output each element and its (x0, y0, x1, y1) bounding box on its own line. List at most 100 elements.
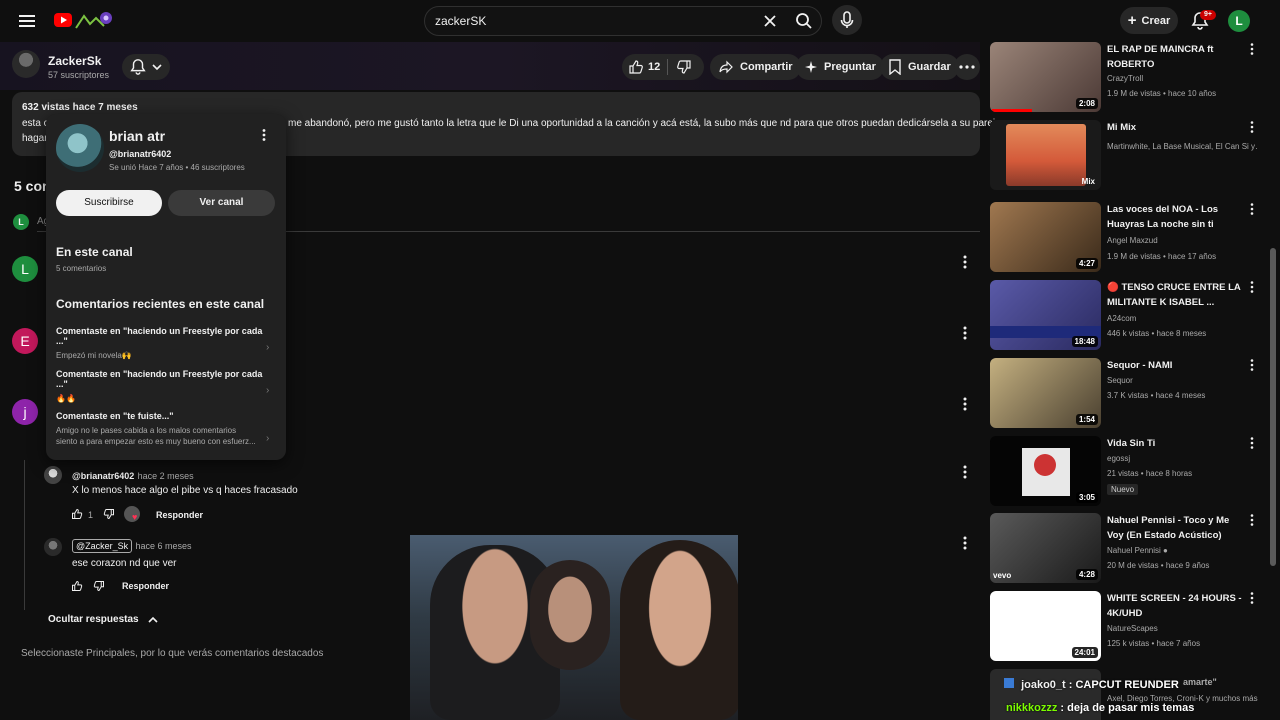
suggested-video[interactable]: 2:08 EL RAP DE MAINCRA ft ROBERTO CrazyT… (990, 42, 1260, 114)
comment-options-icon[interactable] (958, 325, 972, 341)
recent-comment-item[interactable]: Comentaste en "haciendo un Freestyle por… (56, 326, 276, 360)
video-thumbnail[interactable]: 1:54 (990, 358, 1101, 428)
ask-button[interactable]: Preguntar (796, 54, 884, 80)
subscribe-button[interactable]: Suscribirse (56, 190, 162, 216)
video-options-icon[interactable] (1248, 280, 1256, 294)
comment-avatar[interactable]: E (12, 328, 38, 354)
video-channel: Nahuel Pennisi ● (1107, 546, 1168, 555)
youtube-logo[interactable] (52, 10, 114, 32)
video-options-icon[interactable] (1248, 591, 1256, 605)
like-button[interactable]: 12 (622, 54, 666, 80)
chat-message: nikkkozzz : deja de pasar mis temas (1006, 702, 1194, 714)
video-channel: NatureScapes (1107, 624, 1158, 633)
view-channel-button[interactable]: Ver canal (168, 190, 275, 216)
recent-comment-item[interactable]: Comentaste en "te fuiste..." Amigo no le… (56, 411, 276, 455)
suggested-video[interactable]: Mix Mi Mix Martinwhite, La Base Musical,… (990, 120, 1260, 192)
search-box[interactable]: zackerSK (424, 6, 822, 36)
channel-subscribers: 57 suscriptores (48, 70, 110, 80)
video-thumbnail[interactable]: 24:01 (990, 591, 1101, 661)
suggested-video[interactable]: 4:27 Las voces del NOA - Los Huayras La … (990, 202, 1260, 274)
video-title: Las voces del NOA - Los Huayras La noche… (1107, 204, 1219, 230)
video-options-icon[interactable] (1248, 120, 1256, 134)
reply-author-handle[interactable]: @brianatr6402 (72, 471, 134, 481)
bell-icon (129, 58, 147, 76)
video-meta: 3.7 K vistas • hace 4 meses (1107, 391, 1206, 400)
comment-options-icon[interactable] (958, 254, 972, 270)
thumbs-down-icon[interactable] (103, 508, 115, 520)
chevron-right-icon: › (266, 385, 270, 396)
save-button[interactable]: Guardar (880, 54, 959, 80)
reply-author-handle[interactable]: @Zacker_Sk (72, 539, 133, 553)
save-label: Guardar (908, 61, 951, 73)
thumbs-up-icon[interactable] (71, 508, 83, 520)
video-thumbnail[interactable]: Mix (990, 120, 1101, 190)
reply-button[interactable]: Responder (156, 510, 203, 520)
reply-avatar[interactable] (44, 466, 62, 484)
suggested-video[interactable]: vevo 4:28 Nahuel Pennisi - Toco y Me Voy… (990, 513, 1260, 585)
suggested-video[interactable]: 18:48 🔴 TENSO CRUCE ENTRE LA MILITANTE K… (990, 280, 1260, 352)
popup-channel-name[interactable]: brian atr (109, 128, 165, 144)
popup-channel-avatar[interactable] (56, 124, 104, 172)
video-meta: 1.9 M de vistas • hace 17 años (1107, 252, 1217, 261)
page-scrollbar[interactable] (1270, 248, 1276, 566)
subscription-bell-button[interactable] (122, 54, 170, 80)
watch-progress-bar (992, 109, 1032, 112)
video-thumbnail[interactable]: 3:05 (990, 436, 1101, 506)
video-channel: Martinwhite, La Base Musical, El Can Si … (1107, 142, 1257, 151)
share-button[interactable]: Compartir (710, 54, 801, 80)
clear-search-icon[interactable] (762, 13, 778, 29)
webcam-overlay (410, 535, 738, 720)
video-options-icon[interactable] (1248, 436, 1256, 450)
comments-sort-note: Seleccionaste Principales, por lo que ve… (21, 648, 324, 659)
comment-options-icon[interactable] (958, 464, 972, 480)
thumbs-down-icon[interactable] (93, 580, 105, 592)
more-actions-icon[interactable] (954, 54, 980, 80)
view-count-and-date: 632 vistas hace 7 meses (22, 102, 138, 113)
dislike-button[interactable] (676, 59, 692, 75)
like-divider (667, 59, 668, 75)
notification-count-badge: 9+ (1200, 10, 1216, 20)
comment-options-icon[interactable] (958, 535, 972, 551)
share-label: Compartir (740, 61, 793, 73)
user-avatar[interactable]: L (1228, 10, 1250, 32)
recent-comment-item[interactable]: Comentaste en "haciendo un Freestyle por… (56, 369, 276, 403)
recent-comment-title: Comentaste en "haciendo un Freestyle por… (56, 326, 263, 346)
channel-name[interactable]: ZackerSk (48, 54, 101, 68)
reply-text: ese corazon nd que ver (72, 558, 177, 569)
video-channel: CrazyTroll (1107, 74, 1144, 83)
thumbs-up-icon (628, 59, 644, 75)
suggested-video[interactable]: 1:54 Sequor - NAMI Sequor 3.7 K vistas •… (990, 358, 1260, 430)
reply-avatar[interactable] (44, 538, 62, 556)
video-options-icon[interactable] (1248, 358, 1256, 372)
comment-avatar[interactable]: L (12, 256, 38, 282)
video-options-icon[interactable] (1248, 513, 1256, 527)
reply-button[interactable]: Responder (122, 581, 169, 591)
recent-comment-text: siento a para empezar esto es muy bueno … (56, 437, 256, 446)
comment-avatar[interactable]: j (12, 399, 38, 425)
channel-avatar[interactable] (12, 50, 40, 78)
create-button[interactable]: + Crear (1120, 7, 1178, 34)
video-thumbnail[interactable]: vevo 4:28 (990, 513, 1101, 583)
video-title: Nahuel Pennisi - Toco y Me Voy (En Estad… (1107, 515, 1230, 541)
search-icon[interactable] (795, 12, 813, 30)
thumbs-up-icon[interactable] (71, 580, 83, 592)
menu-icon[interactable] (18, 12, 36, 30)
microphone-icon[interactable] (832, 5, 862, 35)
suggested-video[interactable]: 24:01 WHITE SCREEN - 24 HOURS - 4K/UHD N… (990, 591, 1260, 663)
chevron-right-icon: › (266, 342, 270, 353)
video-options-icon[interactable] (1248, 42, 1256, 56)
video-options-icon[interactable] (1248, 202, 1256, 216)
video-thumbnail[interactable]: 4:27 (990, 202, 1101, 272)
video-thumbnail[interactable]: 2:08 (990, 42, 1101, 112)
video-meta: 21 vistas • hace 8 horas (1107, 469, 1193, 478)
video-thumbnail[interactable]: 18:48 (990, 280, 1101, 350)
video-title: amarte" (1183, 677, 1217, 687)
suggested-video[interactable]: 3:05 Vida Sin Ti egossj 21 vistas • hace… (990, 436, 1260, 508)
reply-like-count: 1 (88, 510, 94, 520)
top-bar: zackerSK + Crear 9+ L (0, 0, 1280, 42)
comment-options-icon[interactable] (958, 396, 972, 412)
popup-options-icon[interactable] (258, 128, 270, 142)
search-input[interactable]: zackerSK (435, 14, 486, 28)
hide-replies-button[interactable]: Ocultar respuestas (48, 614, 159, 625)
video-duration: 4:27 (1075, 258, 1098, 269)
